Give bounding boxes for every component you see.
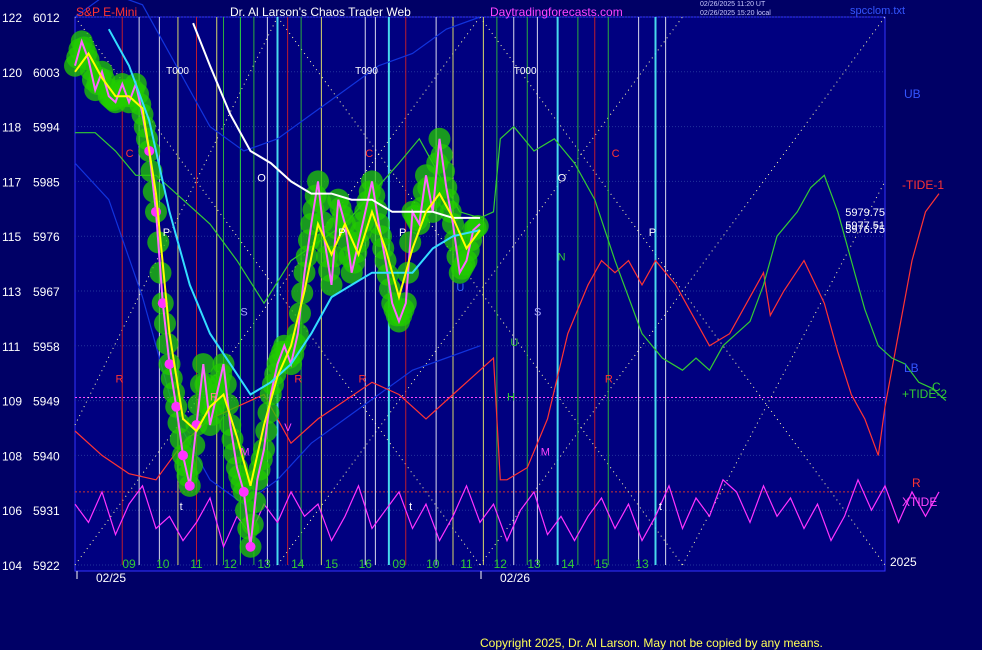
chaos-chart: 122 6012 120 6003 118 5994 117 5985 115 5976 113 59… bbox=[0, 0, 982, 650]
y-label-price: 5931 bbox=[33, 504, 60, 518]
y-label-left: 115 bbox=[2, 230, 21, 244]
year-label: 2025 bbox=[890, 555, 917, 569]
ephemeris-letter: S bbox=[534, 306, 541, 318]
y-label-left: 108 bbox=[2, 449, 22, 463]
y-label-left: 117 bbox=[2, 175, 21, 189]
ephemeris-letter: P bbox=[338, 227, 345, 239]
y-label-left: 104 bbox=[2, 559, 22, 573]
y-label-left: 106 bbox=[2, 504, 22, 518]
date-label: 02/25 bbox=[96, 571, 126, 585]
hour-label: 11 bbox=[190, 557, 203, 571]
y-label-left: 111 bbox=[2, 340, 21, 354]
hour-label: 16 bbox=[359, 557, 373, 571]
ephemeris-letter: C bbox=[126, 148, 134, 160]
y-label-price: 5940 bbox=[33, 449, 60, 463]
data-file-name: spcclom.txt bbox=[850, 5, 906, 17]
ephemeris-letter: R bbox=[210, 392, 218, 404]
ephemeris-letter: O bbox=[257, 172, 266, 184]
price-dot bbox=[151, 206, 161, 217]
hour-label: 12 bbox=[224, 557, 238, 571]
y-label-price: 5967 bbox=[33, 285, 60, 299]
y-label-price: 5985 bbox=[33, 175, 60, 189]
price-readout: 5976.75 bbox=[845, 224, 885, 236]
y-label-left: 109 bbox=[2, 395, 22, 409]
chart-title: Dr. Al Larson's Chaos Trader Web bbox=[230, 5, 411, 19]
ephemeris-letter: M bbox=[541, 446, 550, 458]
hour-label: 10 bbox=[156, 557, 170, 571]
tide1-label: -TIDE-1 bbox=[902, 178, 944, 192]
time-marker: T090 bbox=[355, 66, 378, 77]
timestamp-local: 02/26/2025 15:20 local bbox=[700, 10, 771, 17]
hour-label: 14 bbox=[291, 557, 305, 571]
c-label: C bbox=[932, 380, 941, 394]
ephemeris-letter: P bbox=[163, 227, 170, 239]
ephemeris-letter: R bbox=[605, 373, 613, 385]
y-label-price: 5949 bbox=[33, 395, 60, 409]
xtide-label: XTIDE bbox=[902, 495, 937, 509]
price-dot bbox=[184, 480, 195, 491]
ephemeris-letter: P bbox=[649, 227, 656, 239]
time-marker: T000 bbox=[514, 66, 537, 77]
price-dot bbox=[245, 541, 256, 552]
y-label-price: 5958 bbox=[33, 340, 60, 354]
ephemeris-letter: U bbox=[510, 337, 518, 349]
ephemeris-letter: C bbox=[365, 148, 373, 160]
y-label-price: 5976 bbox=[33, 230, 60, 244]
ephemeris-letter: C bbox=[612, 148, 620, 160]
ephemeris-letter: t bbox=[659, 501, 662, 513]
ephemeris-letter: N bbox=[558, 252, 566, 264]
hour-label: 15 bbox=[325, 557, 339, 571]
price-readout: 5979.75 bbox=[845, 207, 885, 219]
hour-label: 09 bbox=[122, 557, 136, 571]
hour-label: 13 bbox=[635, 557, 649, 571]
hour-label: 11 bbox=[460, 557, 473, 571]
site-link[interactable]: Daytradingforecasts.com bbox=[490, 5, 623, 19]
hour-label: 13 bbox=[527, 557, 541, 571]
ephemeris-letter: R bbox=[294, 373, 302, 385]
ephemeris-letter: R bbox=[116, 373, 124, 385]
y-label-left: 120 bbox=[2, 66, 22, 80]
ephemeris-letter: U bbox=[456, 282, 464, 294]
time-marker: T000 bbox=[166, 66, 189, 77]
date-label: 02/26 bbox=[500, 571, 530, 585]
y-label-left: 113 bbox=[2, 285, 21, 299]
hour-label: 14 bbox=[561, 557, 575, 571]
lb-label: LB bbox=[904, 361, 919, 375]
ephemeris-letter: P bbox=[399, 227, 406, 239]
ephemeris-letter: t bbox=[409, 501, 412, 513]
symbol-title: S&P E-Mini bbox=[76, 5, 138, 19]
y-label-price: 6003 bbox=[33, 66, 60, 80]
ephemeris-letter: S bbox=[240, 306, 247, 318]
y-label-price: 6012 bbox=[33, 11, 60, 25]
y-label-price: 5994 bbox=[33, 121, 60, 135]
y-label-left: 118 bbox=[2, 121, 21, 135]
hour-label: 09 bbox=[392, 557, 406, 571]
y-label-price: 5922 bbox=[33, 559, 60, 573]
ephemeris-letter: R bbox=[359, 373, 367, 385]
hour-label: 15 bbox=[595, 557, 609, 571]
ephemeris-letter: t bbox=[180, 501, 183, 513]
ub-label: UB bbox=[904, 87, 921, 101]
price-dot bbox=[238, 486, 249, 497]
copyright-notice: Copyright 2025, Dr. Al Larson. May not b… bbox=[480, 636, 823, 650]
ephemeris-letter: V bbox=[284, 422, 292, 434]
y-label-left: 122 bbox=[2, 11, 22, 25]
ephemeris-letter: H bbox=[507, 392, 515, 404]
r-label: R bbox=[912, 476, 921, 490]
hour-label: 12 bbox=[494, 557, 508, 571]
hour-label: 10 bbox=[426, 557, 440, 571]
timestamp-ut: 02/26/2025 11:20 UT bbox=[700, 1, 766, 8]
ephemeris-letter: M bbox=[240, 446, 249, 458]
hour-label: 13 bbox=[257, 557, 271, 571]
ephemeris-letter: O bbox=[558, 172, 567, 184]
price-dot bbox=[178, 450, 188, 461]
